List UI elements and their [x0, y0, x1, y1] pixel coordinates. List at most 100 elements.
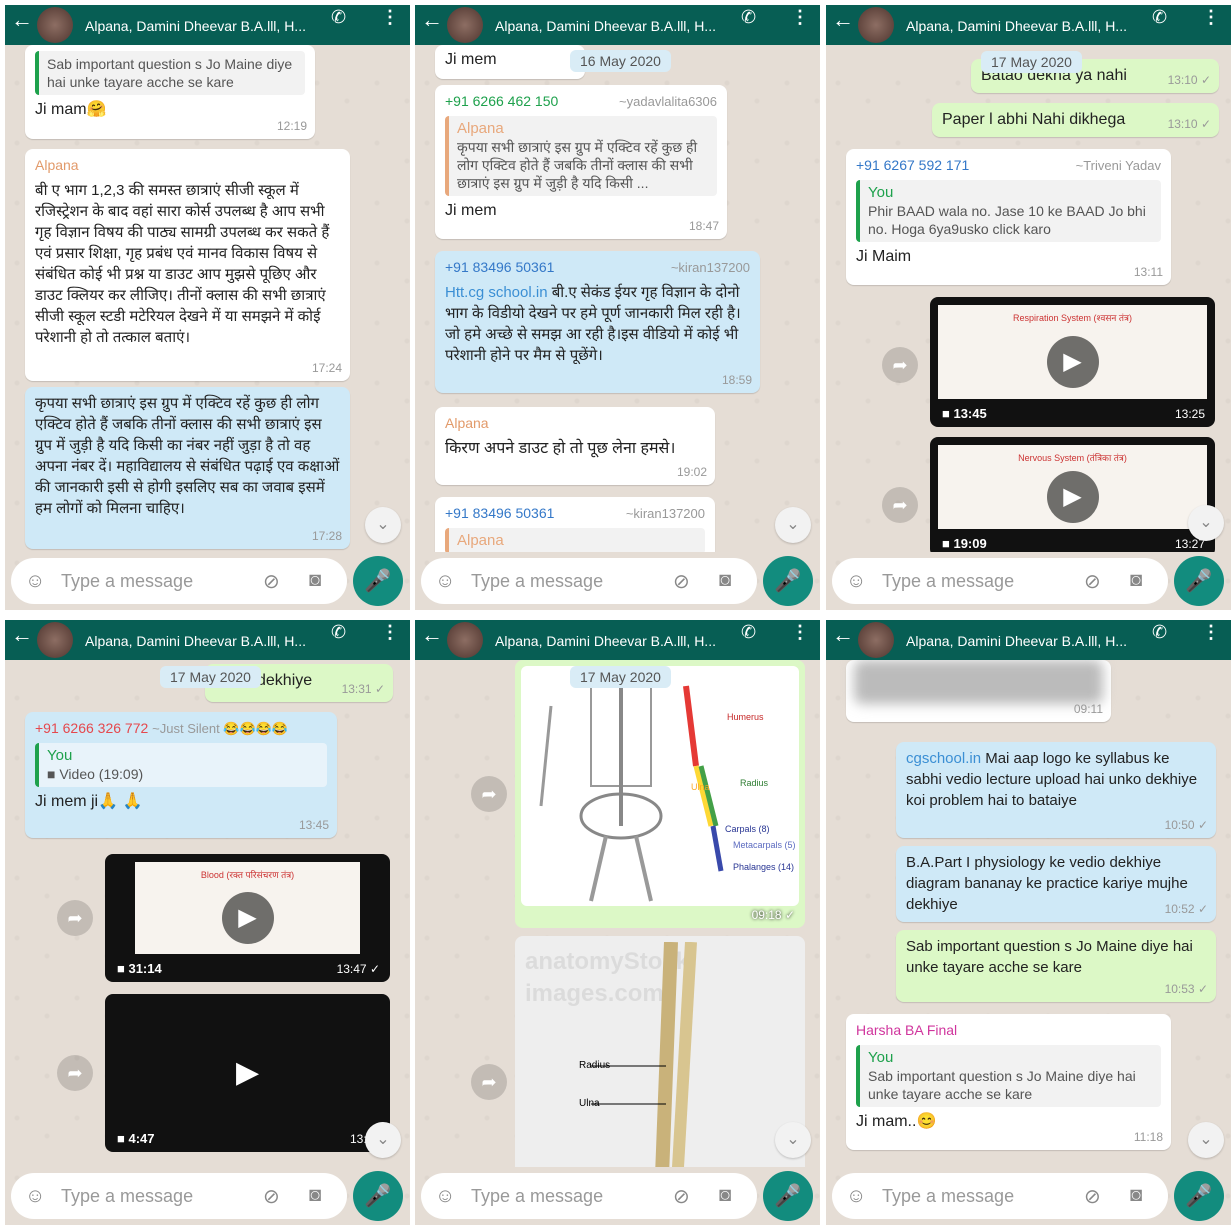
mic-button[interactable]: 🎤 [763, 556, 813, 606]
emoji-icon[interactable]: ☺ [846, 570, 866, 593]
sender-name[interactable]: Harsha BA Final [856, 1020, 1161, 1041]
mic-button[interactable]: 🎤 [353, 1171, 403, 1221]
more-options-icon[interactable]: ⋮ [1202, 622, 1220, 643]
back-arrow-icon[interactable]: ← [832, 622, 854, 648]
attach-icon[interactable]: ⊘ [673, 569, 690, 594]
chat-title[interactable]: Alpana, Damini Dheevar B.A.lll, H... [85, 633, 306, 649]
message-list[interactable]: ➦ Humerus Radius Ulna Carpals (8) Metaca… [415, 660, 820, 1167]
attach-icon[interactable]: ⊘ [673, 1184, 690, 1209]
sender-name[interactable]: Alpana [445, 413, 705, 434]
video-message[interactable]: Blood (रक्त परिसंचरण तंत्र) ▶ ■ 31:14 13… [105, 854, 390, 982]
message-input[interactable]: ☺ Type a message ⊘ ◙ [11, 558, 347, 604]
camera-icon[interactable]: ◙ [309, 1184, 321, 1207]
chat-title[interactable]: Alpana, Damini Dheevar B.A.lll, H... [906, 18, 1127, 34]
attach-icon[interactable]: ⊘ [1084, 569, 1101, 594]
scroll-down-icon[interactable]: ⌄ [1188, 1122, 1224, 1158]
camera-icon[interactable]: ◙ [719, 569, 731, 592]
video-message[interactable]: Nervous System (तंत्रिका तंत्र) ▶ ■ 19:0… [930, 437, 1215, 552]
group-avatar[interactable] [858, 622, 894, 658]
quoted-message[interactable]: You Sab important question s Jo Maine diy… [856, 1045, 1161, 1107]
back-arrow-icon[interactable]: ← [11, 622, 33, 648]
play-icon[interactable]: ▶ [1046, 336, 1099, 388]
emoji-icon[interactable]: ☺ [25, 570, 45, 593]
mic-button[interactable]: 🎤 [1174, 556, 1224, 606]
message-bubble[interactable]: Alpana किरण अपने डाउट हो तो पूछ लेना हमस… [435, 407, 715, 485]
back-arrow-icon[interactable]: ← [11, 7, 33, 33]
call-add-icon[interactable]: ✆ [1152, 622, 1167, 643]
emoji-icon[interactable]: ☺ [846, 1185, 866, 1208]
scroll-down-icon[interactable]: ⌄ [365, 507, 401, 543]
camera-icon[interactable]: ◙ [1130, 569, 1142, 592]
message-list[interactable]: Sab important question s Jo Maine diye h… [5, 45, 410, 552]
camera-icon[interactable]: ◙ [309, 569, 321, 592]
video-message[interactable]: ▶ ■ 4:47 13:56 [105, 994, 390, 1152]
message-list[interactable]: 09:11 cgschool.in Mai aap logo ke syllab… [826, 660, 1231, 1167]
scroll-down-icon[interactable]: ⌄ [775, 507, 811, 543]
message-list[interactable]: Batao dekna ya nahi 13:10 ✓ 17 May 2020 … [826, 45, 1231, 552]
group-avatar[interactable] [447, 7, 483, 43]
emoji-icon[interactable]: ☺ [435, 1185, 455, 1208]
sender-name[interactable]: +91 6266 462 150 ~yadavlalita6306 [445, 91, 717, 112]
quoted-message[interactable]: You Phir BAAD wala no. Jase 10 ke BAAD Jo… [856, 180, 1161, 242]
more-options-icon[interactable]: ⋮ [381, 7, 399, 28]
message-bubble-selected[interactable]: +91 6266 326 772 ~Just Silent 😂😂😂😂 You ■ … [25, 712, 337, 838]
scroll-down-icon[interactable]: ⌄ [1188, 505, 1224, 541]
play-icon[interactable]: ▶ [1046, 471, 1099, 523]
message-bubble[interactable]: 09:11 [846, 660, 1111, 722]
image-message[interactable]: anatomyStock images.com Radius Ulna [515, 936, 805, 1167]
back-arrow-icon[interactable]: ← [832, 7, 854, 33]
message-bubble-selected[interactable]: कृपया सभी छात्राएं इस ग्रुप में एक्टिव र… [25, 387, 350, 549]
call-add-icon[interactable]: ✆ [1152, 7, 1167, 28]
quoted-message[interactable]: Sab important question s Jo Maine diye h… [35, 51, 305, 95]
sender-name[interactable]: +91 6266 326 772 ~Just Silent 😂😂😂😂 [35, 718, 327, 739]
call-add-icon[interactable]: ✆ [331, 7, 346, 28]
camera-icon[interactable]: ◙ [1130, 1184, 1142, 1207]
sender-name[interactable]: Alpana [35, 155, 340, 176]
forward-icon[interactable]: ➦ [471, 1064, 507, 1100]
attach-icon[interactable]: ⊘ [263, 569, 280, 594]
message-bubble-selected[interactable]: B.A.Part I physiology ke vedio dekhiye d… [896, 846, 1216, 922]
message-input[interactable]: ☺ Type a message ⊘ ◙ [832, 558, 1168, 604]
more-options-icon[interactable]: ⋮ [791, 622, 809, 643]
scroll-down-icon[interactable]: ⌄ [365, 1122, 401, 1158]
image-message[interactable]: Humerus Radius Ulna Carpals (8) Metacarp… [515, 660, 805, 928]
forward-icon[interactable]: ➦ [57, 900, 93, 936]
sender-name[interactable]: +91 83496 50361 ~kiran137200 [445, 257, 750, 278]
message-bubble-outgoing[interactable]: Paper l abhi Nahi dikhega 13:10 ✓ [932, 103, 1219, 137]
more-options-icon[interactable]: ⋮ [1202, 7, 1220, 28]
sender-name[interactable]: +91 6267 592 171 ~Triveni Yadav [856, 155, 1161, 176]
emoji-icon[interactable]: ☺ [435, 570, 455, 593]
forward-icon[interactable]: ➦ [882, 487, 918, 523]
camera-icon[interactable]: ◙ [719, 1184, 731, 1207]
sender-name[interactable]: +91 83496 50361 ~kiran137200 [445, 503, 705, 524]
message-link[interactable]: Htt.cg school.in [445, 284, 548, 301]
attach-icon[interactable]: ⊘ [263, 1184, 280, 1209]
more-options-icon[interactable]: ⋮ [381, 622, 399, 643]
back-arrow-icon[interactable]: ← [421, 622, 443, 648]
message-input[interactable]: ☺ Type a message ⊘ ◙ [832, 1173, 1168, 1219]
chat-title[interactable]: Alpana, Damini Dheevar B.A.lll, H... [495, 18, 716, 34]
chat-title[interactable]: Alpana, Damini Dheevar B.A.lll, H... [85, 18, 306, 34]
back-arrow-icon[interactable]: ← [421, 7, 443, 33]
group-avatar[interactable] [447, 622, 483, 658]
message-bubble-selected[interactable]: +91 83496 50361 ~kiran137200 Htt.cg schoo… [435, 251, 760, 393]
message-bubble[interactable]: Harsha BA Final You Sab important questio… [846, 1014, 1171, 1150]
message-list[interactable]: Ji mem 16 May 2020 +91 6266 462 150 ~yada… [415, 45, 820, 552]
message-bubble-outgoing[interactable]: Sab important question s Jo Maine diye h… [896, 930, 1216, 1002]
video-message[interactable]: Respiration System (श्वसन तंत्र) ▶ ■ 13:… [930, 297, 1215, 427]
emoji-icon[interactable]: ☺ [25, 1185, 45, 1208]
scroll-down-icon[interactable]: ⌄ [775, 1122, 811, 1158]
quoted-message[interactable]: Alpana कृपया सभी छात्राएं इस ग्रुप में एक… [445, 116, 717, 196]
call-add-icon[interactable]: ✆ [741, 7, 756, 28]
message-input[interactable]: ☺ Type a message ⊘ ◙ [11, 1173, 347, 1219]
message-bubble-selected[interactable]: cgschool.in Mai aap logo ke syllabus ke … [896, 742, 1216, 838]
chat-title[interactable]: Alpana, Damini Dheevar B.A.lll, H... [906, 633, 1127, 649]
mic-button[interactable]: 🎤 [1174, 1171, 1224, 1221]
message-bubble[interactable]: Alpana बी ए भाग 1,2,3 की समस्त छात्राएं … [25, 149, 350, 381]
play-icon[interactable]: ▶ [221, 892, 274, 944]
group-avatar[interactable] [37, 622, 73, 658]
message-input[interactable]: ☺ Type a message ⊘ ◙ [421, 1173, 757, 1219]
mic-button[interactable]: 🎤 [353, 556, 403, 606]
message-bubble[interactable]: +91 83496 50361 ~kiran137200 Alpana [435, 497, 715, 552]
message-input[interactable]: ☺ Type a message ⊘ ◙ [421, 558, 757, 604]
